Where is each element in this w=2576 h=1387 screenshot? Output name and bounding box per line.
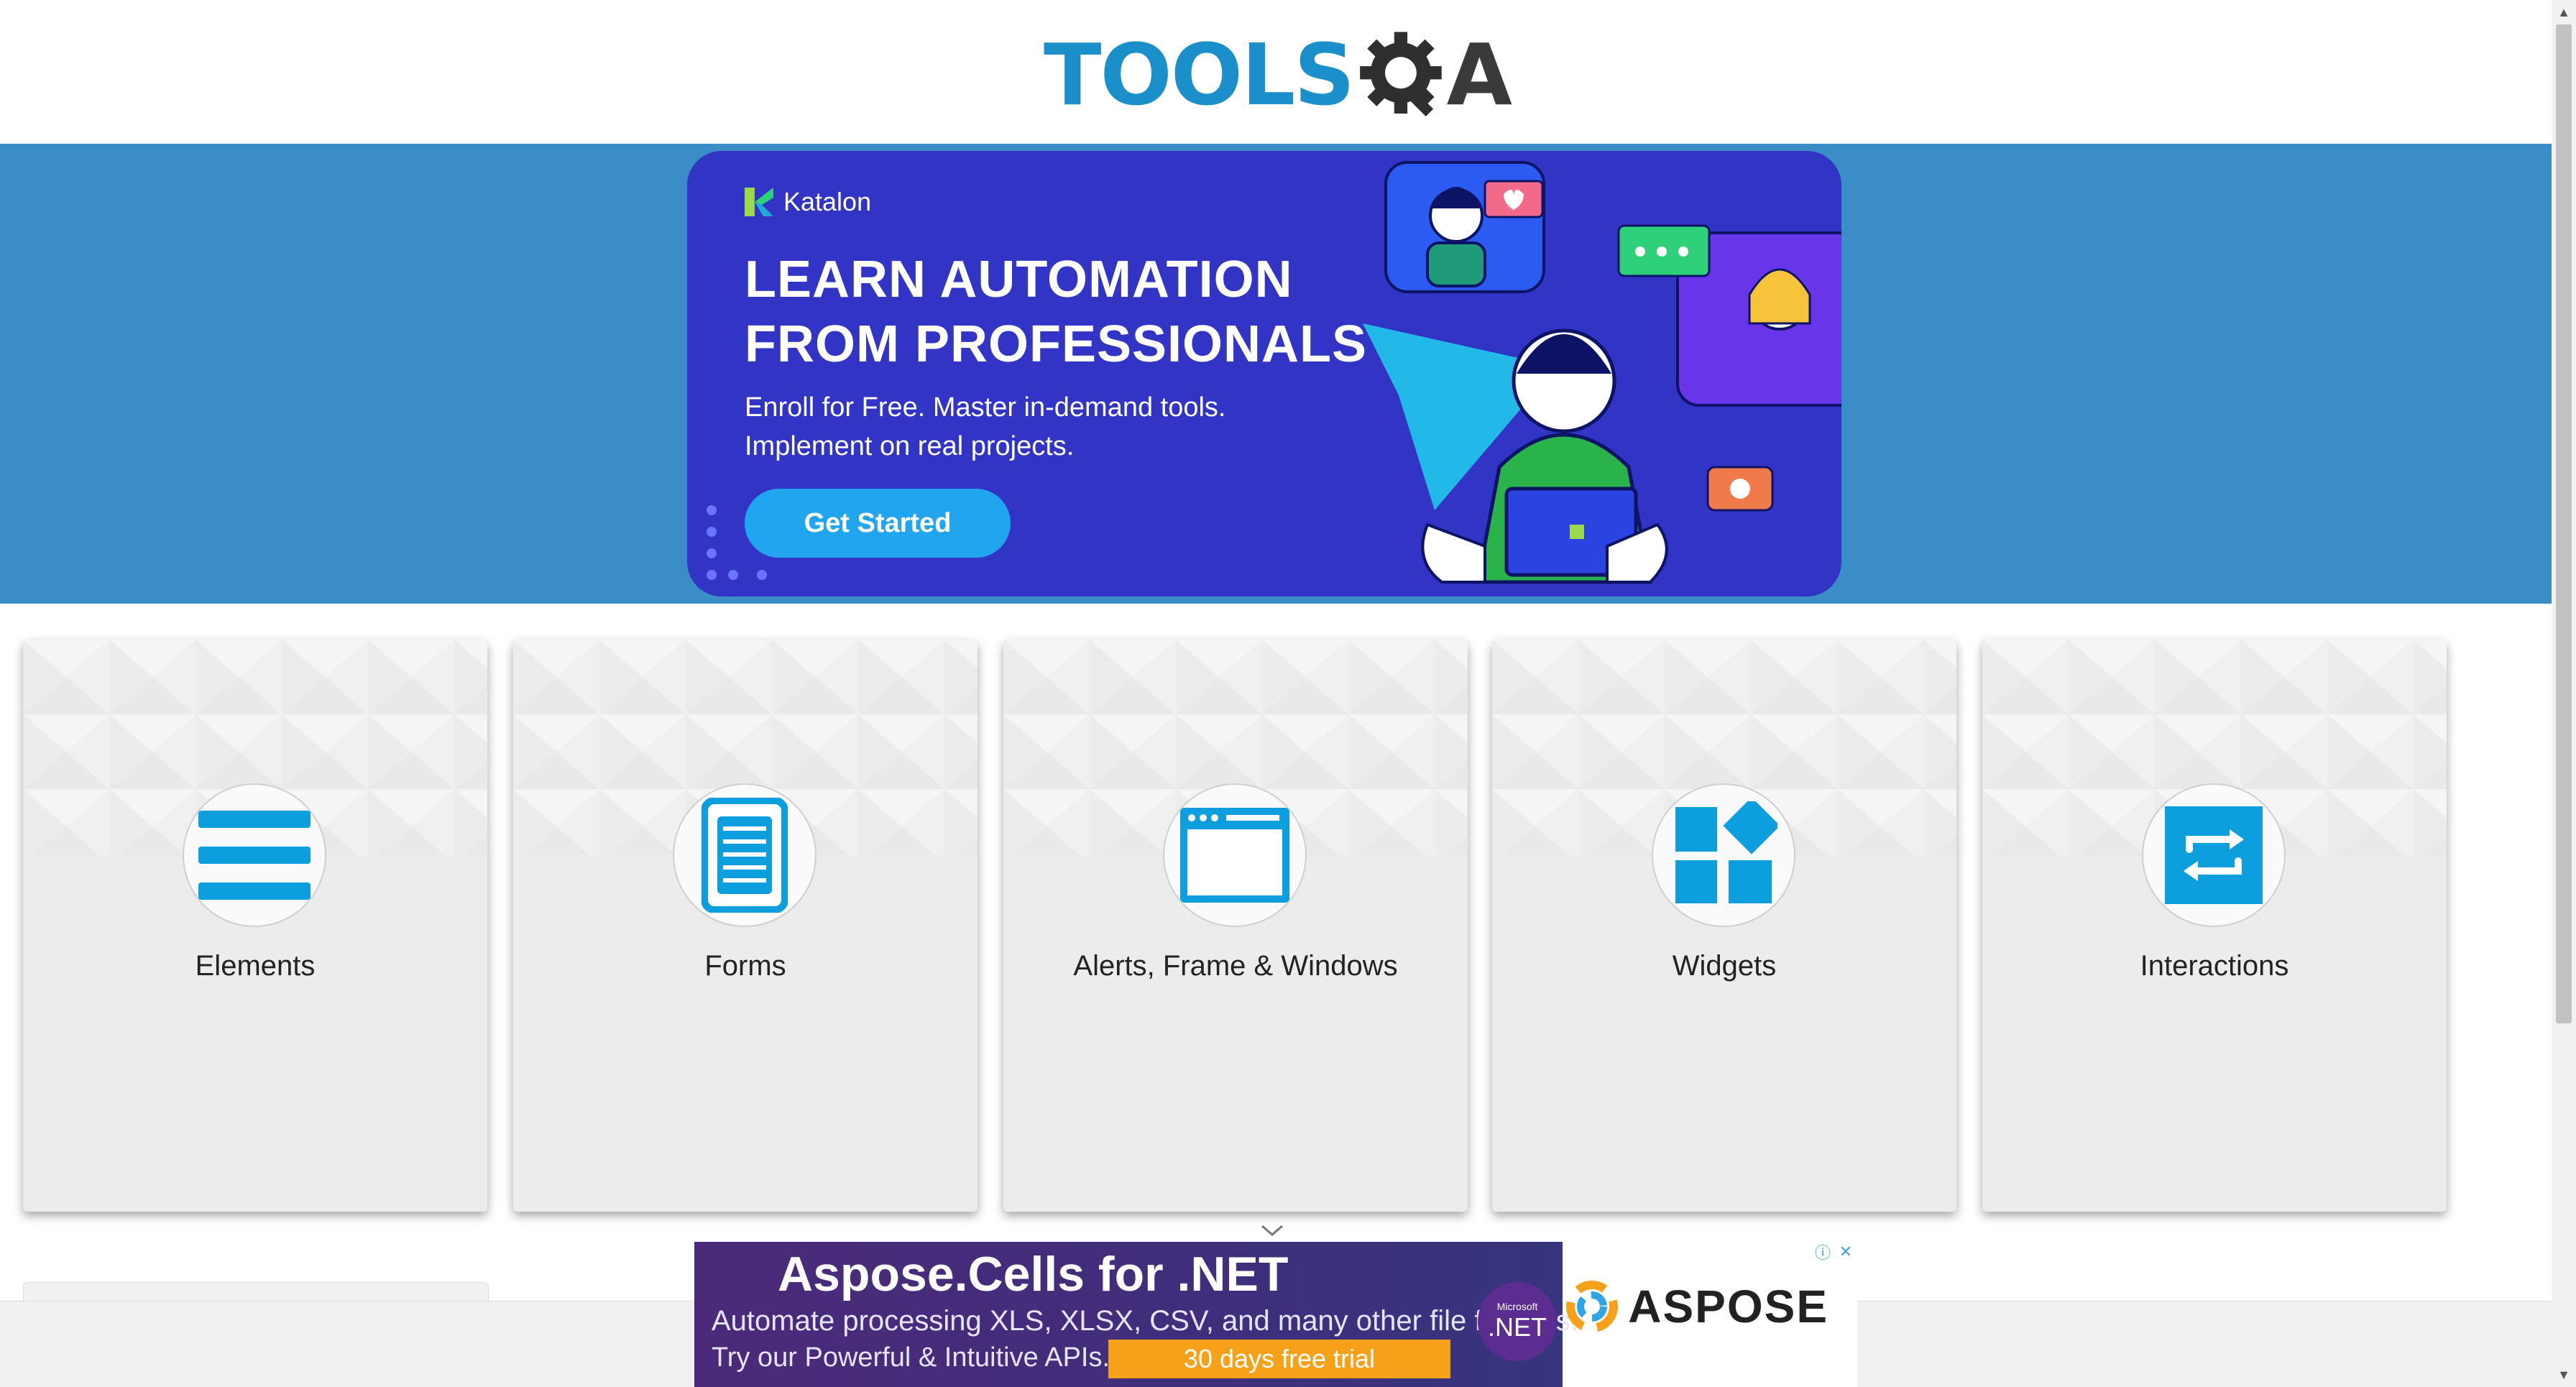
katalon-logo-icon bbox=[745, 188, 773, 216]
card-label-elements: Elements bbox=[195, 950, 316, 982]
toolsqa-logo[interactable]: TOOLS A bbox=[1044, 20, 1512, 129]
site-header: TOOLS A bbox=[0, 0, 2552, 144]
katalon-brand-name: Katalon bbox=[783, 187, 872, 216]
ad-trial-button[interactable]: 30 days free trial bbox=[1108, 1340, 1450, 1378]
ad-info-icon[interactable]: ⓘ bbox=[1813, 1242, 1833, 1262]
aspose-ad[interactable]: Aspose.Cells for .NET Automate processin… bbox=[694, 1242, 1857, 1387]
card-forms[interactable]: Forms bbox=[513, 640, 978, 1212]
card-widgets[interactable]: Widgets bbox=[1492, 640, 1956, 1212]
vertical-scrollbar[interactable]: ▲ ▼ bbox=[2552, 0, 2576, 1387]
aspose-swirl-icon bbox=[1566, 1281, 1619, 1332]
banner-headline: LEARN AUTOMATION FROM PROFESSIONALS bbox=[745, 247, 1392, 377]
card-label-forms: Forms bbox=[704, 950, 786, 982]
card-label-interactions: Interactions bbox=[2140, 950, 2289, 982]
banner-headline-line2: FROM PROFESSIONALS bbox=[745, 315, 1368, 373]
document-form-icon bbox=[702, 798, 788, 913]
banner-subtitle: Enroll for Free. Master in-demand tools.… bbox=[745, 388, 1392, 466]
banner-subtitle-line1: Enroll for Free. Master in-demand tools. bbox=[745, 392, 1226, 423]
card-icon-circle bbox=[673, 783, 816, 927]
card-label-alerts: Alerts, Frame & Windows bbox=[1073, 950, 1398, 982]
scroll-up-arrow-icon[interactable]: ▲ bbox=[2552, 0, 2576, 24]
katalon-banner[interactable]: Katalon LEARN AUTOMATION FROM PROFESSION… bbox=[687, 151, 1841, 596]
learners-illustration bbox=[1363, 161, 1841, 584]
card-icon-circle bbox=[1163, 783, 1307, 927]
ad-line2: Try our Powerful & Intuitive APIs. bbox=[712, 1342, 1110, 1373]
widgets-grid-icon bbox=[1675, 801, 1777, 903]
chevron-down-icon[interactable] bbox=[1259, 1222, 1285, 1239]
card-icon-circle bbox=[2142, 783, 2286, 927]
get-started-button[interactable]: Get Started bbox=[745, 489, 1011, 558]
ad-line1: Automate processing XLS, XLSX, CSV, and … bbox=[712, 1305, 1578, 1337]
scroll-thumb[interactable] bbox=[2556, 24, 2572, 1023]
logo-a-text: A bbox=[1446, 25, 1512, 124]
card-interactions[interactable]: Interactions bbox=[1982, 640, 2447, 1212]
card-elements[interactable]: Elements bbox=[23, 640, 487, 1212]
katalon-brand: Katalon bbox=[745, 187, 871, 217]
scroll-down-arrow-icon[interactable]: ▼ bbox=[2552, 1363, 2576, 1387]
dotnet-microsoft-label: Microsoft bbox=[1496, 1301, 1538, 1312]
gear-q-icon bbox=[1360, 32, 1443, 117]
aspose-logo: ASPOSE bbox=[1563, 1278, 1828, 1335]
aspose-brand-name: ASPOSE bbox=[1628, 1281, 1828, 1332]
card-label-widgets: Widgets bbox=[1672, 950, 1777, 982]
dotnet-badge: Microsoft .NET bbox=[1478, 1282, 1557, 1361]
card-icon-circle bbox=[183, 783, 326, 927]
swap-arrows-icon bbox=[2165, 806, 2263, 904]
browser-window-icon bbox=[1180, 808, 1289, 903]
card-alerts-frame-windows[interactable]: Alerts, Frame & Windows bbox=[1003, 640, 1468, 1212]
card-icon-circle bbox=[1652, 783, 1795, 927]
ad-title: Aspose.Cells for .NET bbox=[778, 1247, 1289, 1301]
banner-headline-line1: LEARN AUTOMATION bbox=[745, 251, 1293, 308]
ad-controls: ⓘ ✕ bbox=[1813, 1242, 1856, 1262]
close-icon[interactable]: ✕ bbox=[1836, 1242, 1856, 1262]
logo-tools-text: TOOLS bbox=[1044, 25, 1355, 124]
hamburger-list-icon bbox=[198, 811, 310, 900]
dotnet-label: .NET bbox=[1487, 1312, 1547, 1342]
banner-subtitle-line2: Implement on real projects. bbox=[745, 431, 1075, 461]
